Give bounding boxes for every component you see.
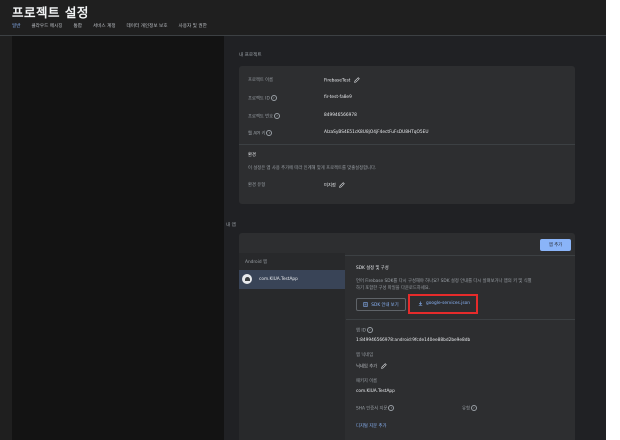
app-nickname-value: 닉네임 추가 <box>356 363 387 370</box>
environment-description: 이 설정은 앱 사용 추가에 따라 인계해 맞게 프로젝트를 맞출설정합니다. <box>248 166 377 171</box>
info-icon[interactable]: ? <box>470 405 477 411</box>
app-package-label: com.KIUA.TestApp <box>259 277 298 282</box>
highlight-box <box>408 294 478 314</box>
web-api-key-value: AIzaSyBS4E51cK8U8jO4jF4ectFuFsDU8HTqO5EU <box>324 130 429 135</box>
sdk-guide-button[interactable]: SDK 안내 보기 <box>356 298 406 311</box>
sha-fingerprint-header: SHA 인증서 지문? <box>356 405 395 412</box>
project-id-value: fir-test-fa8e9 <box>324 95 352 100</box>
environment-type-value: 미지정 <box>324 182 345 189</box>
package-name-key: 패키지 이름 <box>356 379 378 384</box>
project-number-key: 프로젝트 번호? <box>248 113 281 120</box>
web-api-key-key: 웹 API 키? <box>248 130 273 137</box>
project-number-value: 849946566978 <box>324 113 357 118</box>
type-header: 유형? <box>462 405 477 412</box>
sdk-guide-label: SDK 안내 보기 <box>371 302 399 308</box>
project-name-text: FirebaseTest <box>324 78 351 84</box>
app-list: Android 앱 com.KIUA.TestApp <box>239 253 345 440</box>
app-nickname-key: 앱 닉네임 <box>356 353 374 358</box>
document-icon <box>363 302 368 307</box>
sdk-description-line1: 언어 Firebase SDK를 다시 구성해야 하나요? SDK 설정 안내를… <box>356 279 532 284</box>
pencil-icon[interactable] <box>353 77 360 83</box>
info-icon[interactable]: ? <box>366 327 373 333</box>
sdk-divider <box>346 319 575 320</box>
environment-type-key: 환경 유형 <box>248 183 266 188</box>
left-panel <box>12 36 224 440</box>
apps-section-heading: 내 앱 <box>226 223 236 228</box>
info-icon[interactable]: ? <box>266 130 273 136</box>
page-margin <box>606 0 620 440</box>
project-name-key: 프로젝트 이름 <box>248 78 274 83</box>
project-card <box>239 66 575 204</box>
list-item-android-app[interactable]: com.KIUA.TestApp <box>239 270 345 289</box>
project-id-label: 프로젝트 ID <box>248 96 270 102</box>
package-name-value: com.KIUA.TestApp <box>356 389 395 394</box>
app-id-label: 앱 ID <box>356 328 366 334</box>
page-title: 프로젝트 설정 <box>12 5 89 20</box>
environment-heading: 환경 <box>248 153 256 158</box>
android-apps-header: Android 앱 <box>245 260 267 265</box>
info-icon[interactable]: ? <box>270 95 277 101</box>
add-fingerprint-link[interactable]: 디지털 지문 추가 <box>356 423 386 429</box>
info-icon[interactable]: ? <box>388 405 395 411</box>
tab-integrations[interactable]: 통합 <box>74 22 82 36</box>
tab-general[interactable]: 일반 <box>12 22 21 36</box>
project-id-key: 프로젝트 ID? <box>248 95 277 102</box>
add-app-button[interactable]: 앱 추가 <box>540 239 571 251</box>
console-window: 프로젝트 설정 일반 클라우드 메시징 통합 서비스 계정 데이터 개인정보 보… <box>0 0 606 440</box>
sha-fingerprint-label: SHA 인증서 지문 <box>356 406 388 412</box>
pencil-icon[interactable] <box>339 182 345 188</box>
info-icon[interactable]: ? <box>274 113 281 119</box>
sdk-heading: SDK 설정 및 구성 <box>356 266 389 271</box>
environment-type-text: 미지정 <box>324 183 336 189</box>
type-label: 유형 <box>462 406 470 412</box>
app-id-key: 앱 ID? <box>356 327 373 334</box>
settings-tabs: 일반 클라우드 메시징 통합 서비스 계정 데이터 개인정보 보호 사용자 및 … <box>12 22 207 36</box>
app-id-value: 1:849946566978:android:9fcde140ee88bd2be… <box>356 338 471 343</box>
card-divider <box>239 144 575 145</box>
web-api-key-label: 웹 API 키 <box>248 131 266 137</box>
tab-cloud-messaging[interactable]: 클라우드 메시징 <box>31 22 62 36</box>
app-nickname-text: 닉네임 추가 <box>356 364 378 370</box>
tab-service-accounts[interactable]: 서비스 계정 <box>93 22 116 36</box>
sdk-description-line2: 하기 포함한 구성 파일을 다운로드하세요. <box>356 286 431 291</box>
tab-users-permissions[interactable]: 사용자 및 권한 <box>179 22 207 36</box>
project-number-label: 프로젝트 번호 <box>248 114 274 120</box>
project-name-value: FirebaseTest <box>324 77 360 84</box>
android-icon <box>242 274 252 284</box>
pencil-icon[interactable] <box>380 363 387 369</box>
project-section-heading: 내 프로젝트 <box>239 53 262 58</box>
tab-data-privacy[interactable]: 데이터 개인정보 보호 <box>127 22 168 36</box>
